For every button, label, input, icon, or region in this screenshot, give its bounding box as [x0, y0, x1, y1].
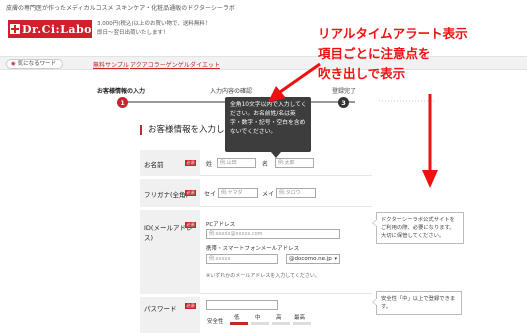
sei-label: 姓 [206, 161, 213, 168]
required-badge: 必須 [185, 190, 196, 196]
name-label: お名前 [144, 161, 164, 169]
logo-cross-icon [10, 24, 20, 34]
site-logo[interactable]: Dr.Ci:Labo [8, 20, 92, 38]
strength-bar-high [272, 322, 290, 325]
password-row: パスワード 必須 安全性 低 中 高 最高 [140, 297, 372, 333]
arrow-down-icon [422, 94, 438, 188]
password-input[interactable] [206, 300, 278, 310]
chevron-down-icon: ▾ [334, 256, 337, 262]
mobile-domain-select[interactable]: @docomo.ne.jp ▾ [286, 254, 340, 264]
search-icon: ◉ [11, 61, 16, 67]
step-1-label: お客様情報の入力 [97, 88, 146, 95]
shipping-line-1: 3,000円(税込)以上のお買い物で、送料無料！ [97, 21, 211, 27]
name-fields: 姓 例:山田 名 例:太郎 [200, 150, 372, 176]
email-side-note: ドクターシーラボ公式サイトをご利用の際、必要になります。大切に保管してください。 [372, 212, 464, 244]
email-label-cell: ID(メールアドレス) 必須 [140, 210, 200, 294]
strength-bar-mid [251, 322, 269, 325]
required-badge: 必須 [185, 160, 196, 166]
shipping-line-2: 即日～翌日出荷いたします！ [97, 29, 169, 36]
email-fields: PCアドレス 例:xxxxx@xxxxx.com 携帯・スマートフォンメールアド… [200, 210, 372, 294]
strength-label: 安全性 [207, 319, 224, 325]
furigana-row: フリガナ(全角) 必須 セイ 例:ヤマダ メイ 例:タロウ [140, 179, 372, 207]
site-tagline: 皮膚の専門医が作ったメディカルコスメ スキンケア・化粧品通販のドクターシーラボ [6, 5, 235, 12]
required-badge: 必須 [185, 303, 196, 309]
annotation-line-1: リアルタイムアラート表示 [318, 27, 468, 41]
furigana-fields: セイ 例:ヤマダ メイ 例:タロウ [200, 179, 372, 207]
name-label-cell: お名前 必須 [140, 150, 200, 176]
password-fields: 安全性 低 中 高 最高 [200, 297, 372, 333]
annotation-line-2: 項目ごとに注意点を [318, 47, 431, 61]
password-label: パスワード [144, 305, 177, 313]
step-2-label: 入力内容の確認 [210, 88, 253, 95]
furigana-label-cell: フリガナ(全角) 必須 [140, 179, 200, 207]
strength-bar-max [293, 322, 311, 325]
logo-text: Dr.Ci:Labo [21, 22, 92, 36]
annotation-line-3: 吹き出しで表示 [318, 67, 406, 81]
mobile-address-input[interactable]: 例:xxxxx [206, 254, 278, 264]
mei-kana-input[interactable]: 例:タロウ [276, 188, 316, 198]
mei-label: 名 [262, 161, 269, 168]
email-row: ID(メールアドレス) 必須 PCアドレス 例:xxxxx@xxxxx.com … [140, 210, 372, 294]
sei-kana-input[interactable]: 例:ヤマダ [218, 188, 258, 198]
keyword-link-aqua-collagen[interactable]: アクアコラーゲンゲル [130, 60, 190, 69]
arrow-to-tooltip-icon [268, 62, 321, 102]
furigana-label: フリガナ(全角) [144, 191, 189, 199]
pc-address-label: PCアドレス [206, 222, 236, 228]
name-row: お名前 必須 姓 例:山田 名 例:太郎 [140, 150, 372, 176]
annotation-headline: リアルタイムアラート表示 項目ごとに注意点を 吹き出しで表示 [318, 24, 468, 84]
strength-level-max: 最高 [294, 315, 306, 321]
step-1-dot: 1 [117, 97, 128, 108]
strength-level-high: 高 [276, 315, 282, 321]
sei-input[interactable]: 例:山田 [217, 158, 256, 168]
keyword-link-sample[interactable]: 無料サンプル [93, 60, 129, 69]
keyword-label: ◉ 気になるワード [6, 59, 64, 69]
strength-bar-low [230, 322, 248, 325]
step-3-label: 登録完了 [332, 88, 357, 95]
pc-address-input[interactable]: 例:xxxxx@xxxxx.com [206, 229, 340, 239]
password-side-note: 安全性「中」以上で登録できます。 [372, 291, 462, 315]
sei-kana-label: セイ [204, 191, 217, 198]
step-3-dot: 3 [338, 97, 349, 108]
keyword-link-diet[interactable]: ダイエット [190, 60, 220, 69]
strength-level-mid: 中 [255, 315, 261, 321]
required-badge: 必須 [185, 222, 196, 228]
password-label-cell: パスワード 必須 [140, 297, 200, 333]
mei-input[interactable]: 例:太郎 [275, 158, 314, 168]
mei-kana-label: メイ [262, 191, 275, 198]
email-note: ※いずれかのメールアドレスを入力してください。 [206, 273, 320, 279]
strength-level-low: 低 [234, 315, 240, 321]
keyword-label-text: 気になるワード [17, 61, 57, 67]
shipping-info: 3,000円(税込)以上のお買い物で、送料無料！ 即日～翌日出荷いたします！ [97, 20, 210, 38]
mobile-domain-value: @docomo.ne.jp [289, 256, 332, 262]
mobile-address-label: 携帯・スマートフォンメールアドレス [206, 246, 300, 252]
